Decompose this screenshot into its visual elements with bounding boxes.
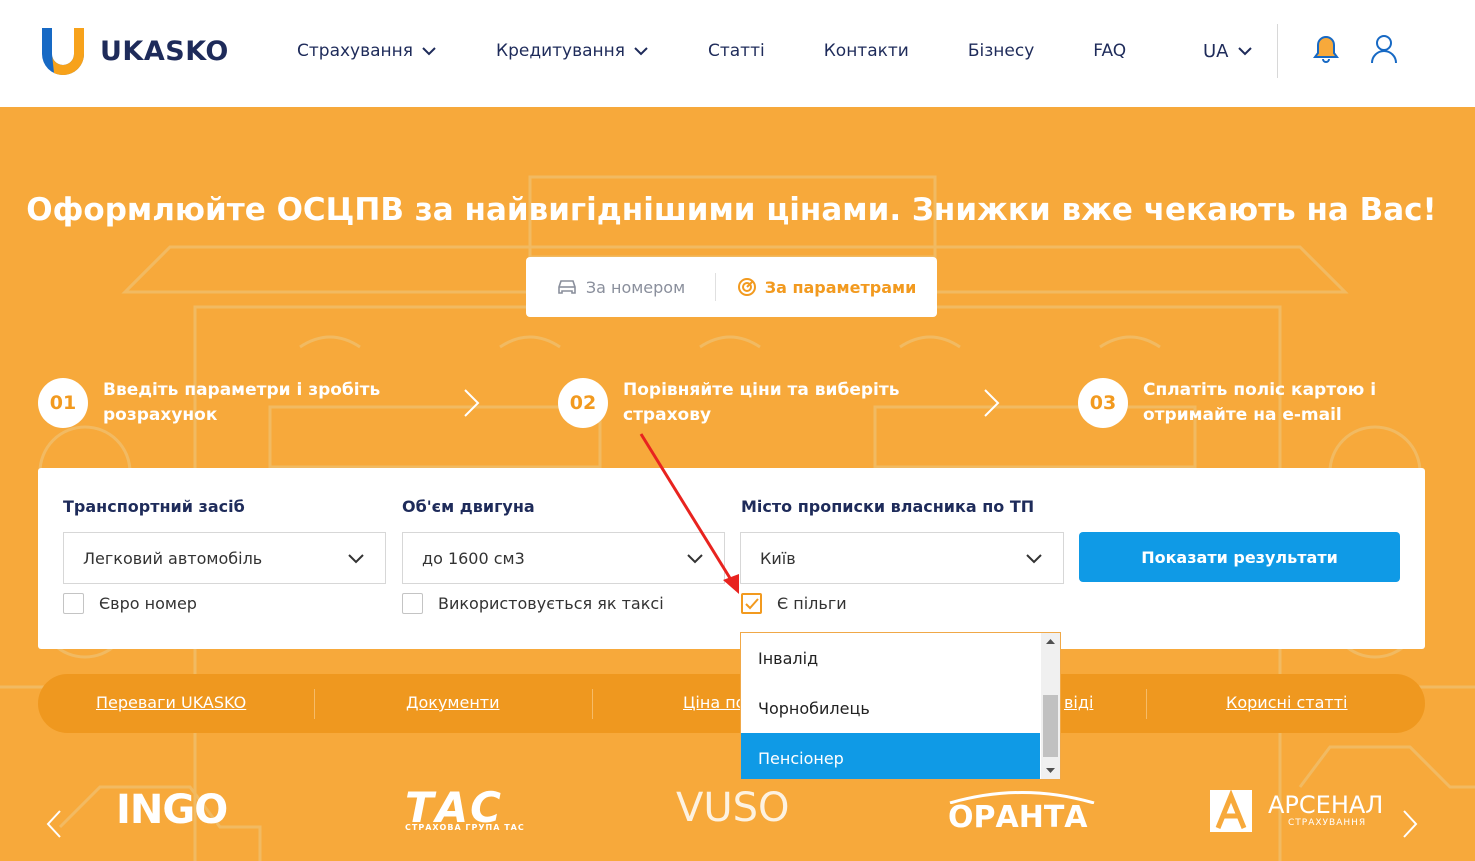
chevron-down-icon bbox=[687, 554, 703, 564]
language-label: UA bbox=[1203, 40, 1229, 62]
engine-select[interactable]: до 1600 см3 bbox=[402, 532, 725, 584]
show-results-button[interactable]: Показати результати bbox=[1079, 532, 1400, 582]
nav-label: Страхування bbox=[297, 41, 413, 61]
scrollbar[interactable] bbox=[1041, 633, 1060, 779]
link-answers[interactable]: віді bbox=[1064, 693, 1093, 712]
step-number: 02 bbox=[558, 378, 608, 428]
engine-label: Об'єм двигуна bbox=[402, 497, 535, 516]
taxi-checkbox[interactable]: Використовується як таксі bbox=[402, 593, 664, 614]
partner-logo-ingo[interactable]: INGO bbox=[116, 787, 228, 833]
links-separator bbox=[592, 689, 593, 719]
checkbox-box[interactable] bbox=[402, 593, 423, 614]
partner-logo-oranta[interactable]: ОРАНТА bbox=[948, 800, 1088, 835]
gauge-icon bbox=[737, 278, 756, 296]
nav-label: Статті bbox=[707, 41, 765, 61]
city-value: Київ bbox=[760, 548, 796, 568]
step-text: Порівняйте ціни та виберіть страхову bbox=[623, 380, 900, 425]
euro-number-checkbox[interactable]: Євро номер bbox=[63, 593, 197, 614]
tab-by-number[interactable]: За номером bbox=[526, 257, 715, 317]
engine-value: до 1600 см3 bbox=[422, 548, 525, 568]
nav-label: FAQ bbox=[1093, 41, 1127, 61]
step-2: 02 Порівняйте ціни та виберіть страхову bbox=[558, 378, 923, 428]
nav-item-insurance[interactable]: Страхування bbox=[297, 38, 437, 64]
vehicle-select[interactable]: Легковий автомобіль bbox=[63, 532, 386, 584]
scrollbar-thumb[interactable] bbox=[1043, 695, 1058, 757]
chevron-down-icon bbox=[348, 554, 364, 564]
nav-label: Бізнесу bbox=[967, 41, 1035, 61]
chevron-right-icon bbox=[984, 389, 1000, 417]
tab-label: За параметрами bbox=[764, 277, 917, 297]
chevron-right-icon bbox=[464, 389, 480, 417]
logo-text: UKASKO bbox=[100, 35, 229, 67]
link-documents[interactable]: Документи bbox=[406, 693, 500, 712]
partner-logo-arsenal-subtitle: СТРАХУВАННЯ bbox=[1288, 818, 1367, 828]
nav-item-articles[interactable]: Статті bbox=[708, 38, 765, 64]
city-select[interactable]: Київ bbox=[740, 532, 1064, 584]
logo-mark-icon bbox=[42, 28, 85, 76]
list-item[interactable]: Чорнобилець bbox=[741, 683, 1040, 733]
checkbox-label: Використовується як таксі bbox=[438, 594, 664, 613]
partner-logo-tas-subtitle: СТРАХОВА ГРУПА ТАС bbox=[405, 823, 525, 832]
link-advantages[interactable]: Переваги UKASKO bbox=[96, 693, 246, 712]
scroll-up-icon[interactable] bbox=[1041, 635, 1060, 649]
step-number: 01 bbox=[38, 378, 88, 428]
logo[interactable]: UKASKO bbox=[38, 24, 229, 78]
partner-logo-vuso[interactable]: VUSO bbox=[676, 785, 790, 831]
benefits-checkbox[interactable]: Є пільги bbox=[741, 593, 847, 614]
benefits-dropdown-list[interactable]: Інвалід Чорнобилець Пенсіонер bbox=[740, 632, 1061, 780]
list-item-selected[interactable]: Пенсіонер bbox=[741, 733, 1040, 779]
nav-item-credit[interactable]: Кредитування bbox=[496, 38, 649, 64]
checkbox-box[interactable] bbox=[741, 593, 762, 614]
language-selector[interactable]: UA bbox=[1203, 38, 1253, 64]
user-icon[interactable] bbox=[1370, 34, 1398, 64]
checkbox-box[interactable] bbox=[63, 593, 84, 614]
chevron-down-icon bbox=[422, 47, 436, 56]
checkbox-label: Є пільги bbox=[777, 594, 847, 613]
scroll-down-icon[interactable] bbox=[1041, 763, 1060, 777]
links-separator bbox=[1146, 689, 1147, 719]
checkbox-label: Євро номер bbox=[99, 594, 197, 613]
header-divider bbox=[1277, 24, 1278, 78]
step-text: Сплатіть поліс картою і отримайте на e-m… bbox=[1143, 380, 1377, 425]
tab-by-parameters[interactable]: За параметрами bbox=[716, 257, 937, 317]
step-1: 01 Введіть параметри і зробіть розрахуно… bbox=[38, 378, 403, 428]
nav-item-faq[interactable]: FAQ bbox=[1093, 38, 1126, 64]
search-mode-tabs: За номером За параметрами bbox=[526, 257, 937, 317]
vehicle-value: Легковий автомобіль bbox=[83, 548, 263, 568]
chevron-right-icon[interactable] bbox=[1402, 809, 1418, 839]
link-price[interactable]: Ціна по bbox=[683, 693, 745, 712]
bell-icon[interactable] bbox=[1313, 34, 1339, 64]
link-useful-articles[interactable]: Корисні статті bbox=[1226, 693, 1348, 712]
arsenal-logo-icon bbox=[1210, 790, 1252, 832]
tab-label: За номером bbox=[585, 277, 686, 297]
vehicle-label: Транспортний засіб bbox=[63, 497, 245, 516]
city-label: Місто прописки власника по ТП bbox=[741, 497, 1035, 516]
car-icon bbox=[558, 280, 576, 294]
step-text: Введіть параметри і зробіть розрахунок bbox=[103, 380, 381, 425]
checkmark-icon bbox=[745, 598, 759, 610]
site-header: UKASKO Страхування Кредитування Статті К… bbox=[0, 0, 1475, 107]
list-item[interactable]: Інвалід bbox=[741, 633, 1040, 683]
links-separator bbox=[314, 689, 315, 719]
chevron-down-icon bbox=[1026, 554, 1042, 564]
step-3: 03 Сплатіть поліс картою і отримайте на … bbox=[1078, 378, 1443, 428]
nav-item-contacts[interactable]: Контакти bbox=[824, 38, 909, 64]
chevron-down-icon bbox=[634, 47, 648, 56]
nav-item-business[interactable]: Бізнесу bbox=[968, 38, 1034, 64]
step-number: 03 bbox=[1078, 378, 1128, 428]
nav-label: Контакти bbox=[823, 41, 909, 61]
hero-title: Оформлюйте ОСЦПВ за найвигіднішими цінам… bbox=[26, 192, 1437, 228]
partner-logo-arsenal[interactable]: АРСЕНАЛ bbox=[1268, 791, 1383, 819]
nav-label: Кредитування bbox=[496, 41, 625, 61]
chevron-left-icon[interactable] bbox=[46, 809, 62, 839]
chevron-down-icon bbox=[1237, 47, 1252, 56]
main-nav: Страхування Кредитування Статті Контакти… bbox=[297, 38, 1185, 64]
